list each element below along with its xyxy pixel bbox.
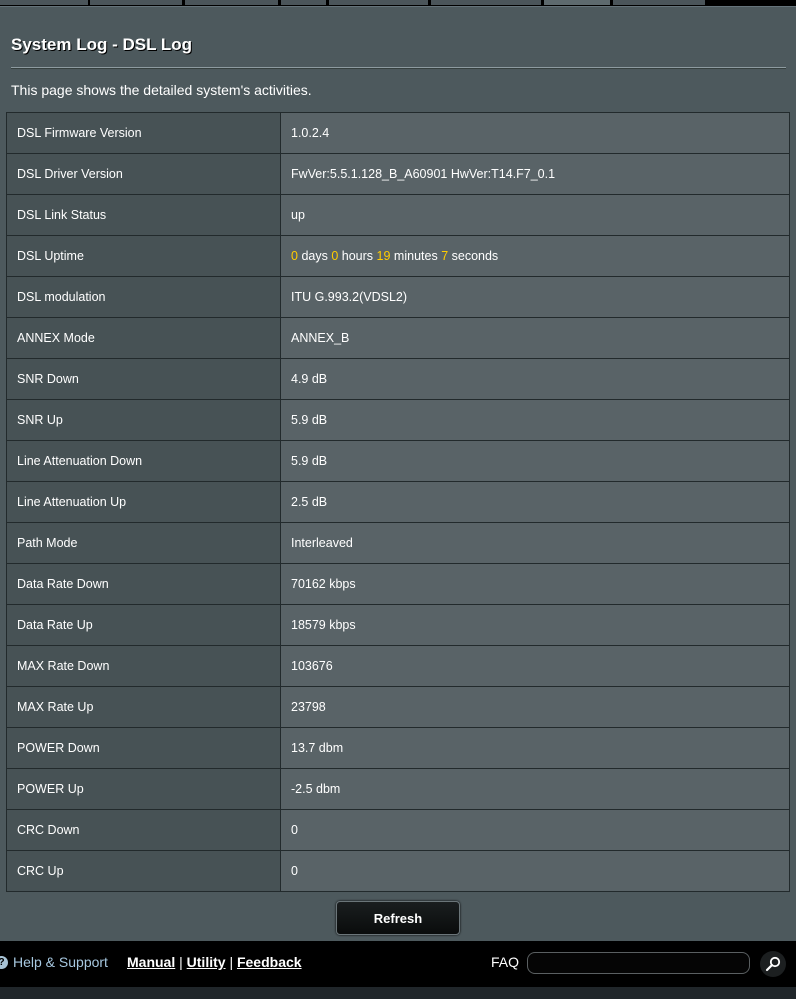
row-value: 4.9 dB xyxy=(280,358,790,400)
row-value: FwVer:5.5.1.128_B_A60901 HwVer:T14.F7_0.… xyxy=(280,153,790,195)
row-label: POWER Up xyxy=(6,768,281,810)
row-label: CRC Down xyxy=(6,809,281,851)
table-row: POWER Up -2.5 dbm xyxy=(6,768,790,810)
row-label: DSL modulation xyxy=(6,276,281,318)
table-row: SNR Up 5.9 dB xyxy=(6,399,790,441)
table-row: Data Rate Up 18579 kbps xyxy=(6,604,790,646)
row-label: DSL Firmware Version xyxy=(6,112,281,154)
row-value: 5.9 dB xyxy=(280,399,790,441)
question-icon[interactable]: ? xyxy=(0,956,8,969)
uptime-minutes: 19 xyxy=(376,249,391,263)
page-title: System Log - DSL Log xyxy=(11,35,193,54)
table-row: DSL Uptime 0 days 0 hours 19 minutes 7 se… xyxy=(6,235,790,277)
row-value: 18579 kbps xyxy=(280,604,790,646)
row-value: 13.7 dbm xyxy=(280,727,790,769)
faq-label: FAQ xyxy=(491,954,520,970)
row-label: Line Attenuation Down xyxy=(6,440,281,482)
tab-5[interactable] xyxy=(329,0,429,5)
tab-8[interactable] xyxy=(613,0,706,5)
uptime-days-label: days xyxy=(301,249,328,263)
tab-3[interactable] xyxy=(185,0,279,5)
table-row: MAX Rate Up 23798 xyxy=(6,686,790,728)
row-label: Path Mode xyxy=(6,522,281,564)
row-label: CRC Up xyxy=(6,850,281,892)
separator: | xyxy=(229,954,234,970)
refresh-button[interactable]: Refresh xyxy=(336,901,460,935)
table-row: DSL Link Status up xyxy=(6,194,790,236)
row-label: MAX Rate Down xyxy=(6,645,281,687)
row-value: 2.5 dB xyxy=(280,481,790,523)
row-value: ANNEX_B xyxy=(280,317,790,359)
row-label: POWER Down xyxy=(6,727,281,769)
main-panel: System Log - DSL Log This page shows the… xyxy=(0,6,796,941)
uptime-days: 0 xyxy=(291,249,298,263)
help-support-link[interactable]: Help & Support xyxy=(13,954,108,970)
row-value: 0 days 0 hours 19 minutes 7 seconds xyxy=(280,235,790,277)
feedback-link[interactable]: Feedback xyxy=(237,954,302,970)
uptime-minutes-label: minutes xyxy=(393,249,438,263)
row-value: 0 xyxy=(280,809,790,851)
footer: ? Help & Support Manual | Utility | Feed… xyxy=(0,941,796,987)
page-description: This page shows the detailed system's ac… xyxy=(11,82,312,98)
row-value: 70162 kbps xyxy=(280,563,790,605)
table-row: SNR Down 4.9 dB xyxy=(6,358,790,400)
utility-link[interactable]: Utility xyxy=(187,954,226,970)
row-label: Data Rate Up xyxy=(6,604,281,646)
uptime-seconds-label: seconds xyxy=(451,249,499,263)
bottom-strip xyxy=(0,987,796,999)
table-row: DSL modulation ITU G.993.2(VDSL2) xyxy=(6,276,790,318)
row-label: DSL Uptime xyxy=(6,235,281,277)
row-value: 5.9 dB xyxy=(280,440,790,482)
tab-1[interactable] xyxy=(0,0,89,5)
table-row: Data Rate Down 70162 kbps xyxy=(6,563,790,605)
table-row: CRC Down 0 xyxy=(6,809,790,851)
uptime-seconds: 7 xyxy=(441,249,449,263)
row-value: -2.5 dbm xyxy=(280,768,790,810)
search-button[interactable] xyxy=(760,951,786,977)
row-label: SNR Down xyxy=(6,358,281,400)
title-divider xyxy=(11,67,786,68)
footer-links: Manual | Utility | Feedback xyxy=(127,954,302,970)
row-value: 23798 xyxy=(280,686,790,728)
row-label: Line Attenuation Up xyxy=(6,481,281,523)
separator: | xyxy=(179,954,183,970)
table-row: Line Attenuation Up 2.5 dB xyxy=(6,481,790,523)
tab-dsl-log[interactable] xyxy=(544,0,611,5)
table-row: CRC Up 0 xyxy=(6,850,790,892)
uptime-hours-label: hours xyxy=(341,249,374,263)
row-value: up xyxy=(280,194,790,236)
magnifier-icon xyxy=(765,956,781,972)
row-label: Data Rate Down xyxy=(6,563,281,605)
table-row: ANNEX Mode ANNEX_B xyxy=(6,317,790,359)
row-label: DSL Driver Version xyxy=(6,153,281,195)
row-value: Interleaved xyxy=(280,522,790,564)
tab-6[interactable] xyxy=(431,0,542,5)
table-row: Line Attenuation Down 5.9 dB xyxy=(6,440,790,482)
row-value: 1.0.2.4 xyxy=(280,112,790,154)
tab-2[interactable] xyxy=(90,0,183,5)
row-label: MAX Rate Up xyxy=(6,686,281,728)
dsl-log-table: DSL Firmware Version 1.0.2.4 DSL Driver Ve… xyxy=(6,112,790,892)
row-value: 0 xyxy=(280,850,790,892)
table-row: DSL Firmware Version 1.0.2.4 xyxy=(6,112,790,154)
row-label: DSL Link Status xyxy=(6,194,281,236)
row-label: SNR Up xyxy=(6,399,281,441)
uptime-hours: 0 xyxy=(331,249,339,263)
row-value: 103676 xyxy=(280,645,790,687)
manual-link[interactable]: Manual xyxy=(127,954,175,970)
tab-4[interactable] xyxy=(281,0,327,5)
table-row: DSL Driver Version FwVer:5.5.1.128_B_A609… xyxy=(6,153,790,195)
table-row: POWER Down 13.7 dbm xyxy=(6,727,790,769)
table-row: Path Mode Interleaved xyxy=(6,522,790,564)
faq-search-input[interactable] xyxy=(527,952,750,974)
row-label: ANNEX Mode xyxy=(6,317,281,359)
row-value: ITU G.993.2(VDSL2) xyxy=(280,276,790,318)
table-row: MAX Rate Down 103676 xyxy=(6,645,790,687)
